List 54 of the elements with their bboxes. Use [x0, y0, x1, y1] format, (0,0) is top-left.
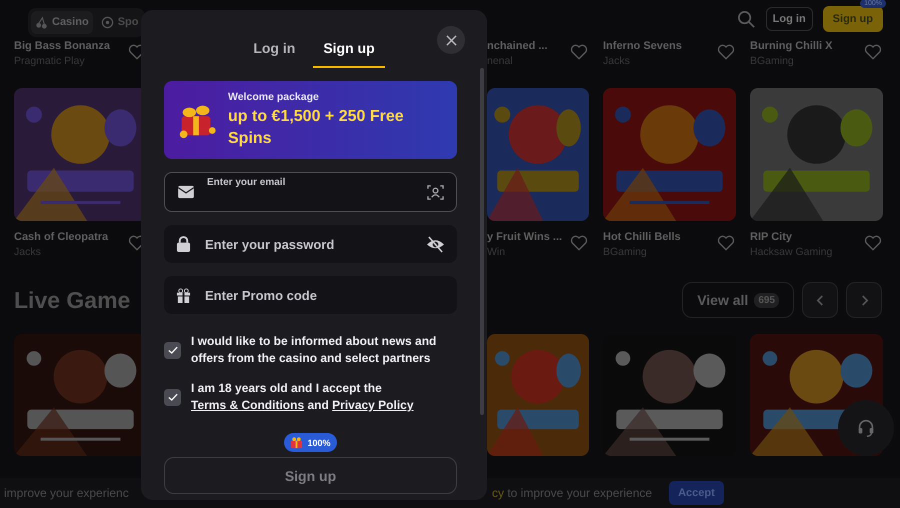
close-button[interactable] — [437, 26, 465, 54]
heart-icon[interactable] — [716, 42, 736, 62]
face-scan-icon[interactable] — [427, 184, 444, 200]
eye-slash-icon[interactable] — [426, 236, 445, 252]
bonus-badge: 100% — [284, 433, 337, 452]
game-title: Hot Chilli Bells — [603, 231, 681, 243]
cookie-text: cy to improve your experience — [492, 486, 652, 500]
ball-icon — [100, 16, 114, 28]
game-title: y Fruit Wins ... — [487, 231, 562, 243]
password-field[interactable]: Enter your password — [164, 225, 457, 263]
section-title: Live Game — [14, 286, 130, 314]
cookie-text: improve your experienc — [4, 486, 129, 500]
game-title: Burning Chilli X — [750, 40, 832, 52]
login-button[interactable]: Log in — [766, 7, 813, 31]
search-icon[interactable] — [736, 10, 756, 28]
gift-icon — [290, 436, 304, 449]
chevron-left-icon — [816, 294, 824, 306]
dialog-tab[interactable]: Sign up — [313, 10, 385, 68]
password-input[interactable]: Enter your password — [203, 225, 414, 263]
game-title: RIP City — [750, 231, 793, 243]
consent-text: I am 18 years old and I accept the Terms & Conditions and Privacy Policy — [191, 380, 415, 414]
game-title: Inferno Sevens — [603, 40, 682, 52]
game-title: Big Bass Bonanza — [14, 40, 110, 52]
check-icon — [168, 392, 178, 402]
privacy-link[interactable]: Privacy Policy — [332, 398, 414, 412]
promo-code-field[interactable]: Enter Promo code — [164, 276, 457, 314]
signup-submit-button[interactable]: Sign up — [164, 457, 457, 494]
heart-icon[interactable] — [716, 233, 736, 253]
envelope-icon — [177, 185, 195, 199]
game-title: Cash of Cleopatra — [14, 231, 108, 243]
heart-icon[interactable] — [569, 233, 589, 253]
cherries-icon — [35, 16, 48, 28]
terms-link[interactable]: Terms & Conditions — [191, 398, 304, 412]
email-field[interactable]: Enter your email — [164, 172, 457, 212]
scrollbar[interactable] — [480, 68, 484, 415]
banner-title: Welcome package — [228, 90, 320, 103]
nav-tab[interactable]: Casino — [31, 10, 93, 34]
checkbox[interactable] — [164, 342, 181, 358]
dialog-tab[interactable]: Log in — [243, 10, 306, 68]
close-icon — [446, 34, 456, 46]
policy-link[interactable]: cy — [492, 486, 504, 500]
heart-icon[interactable] — [863, 42, 883, 62]
heart-icon[interactable] — [863, 233, 883, 253]
gift-icon — [176, 288, 191, 302]
game-title: nchained ... — [487, 40, 548, 52]
chevron-right-icon — [860, 294, 868, 306]
consent-text: I would like to be informed about news and offers from the casino and select partners — [191, 333, 438, 367]
promo-code-input[interactable]: Enter Promo code — [203, 276, 445, 314]
banner-offer: up to €1,500 + 250 Free Spins — [228, 106, 405, 148]
heart-icon[interactable] — [569, 42, 589, 62]
check-icon — [168, 346, 178, 354]
checkbox[interactable] — [164, 388, 181, 406]
lock-icon — [176, 236, 191, 252]
signup-button[interactable]: Sign up — [822, 6, 883, 32]
